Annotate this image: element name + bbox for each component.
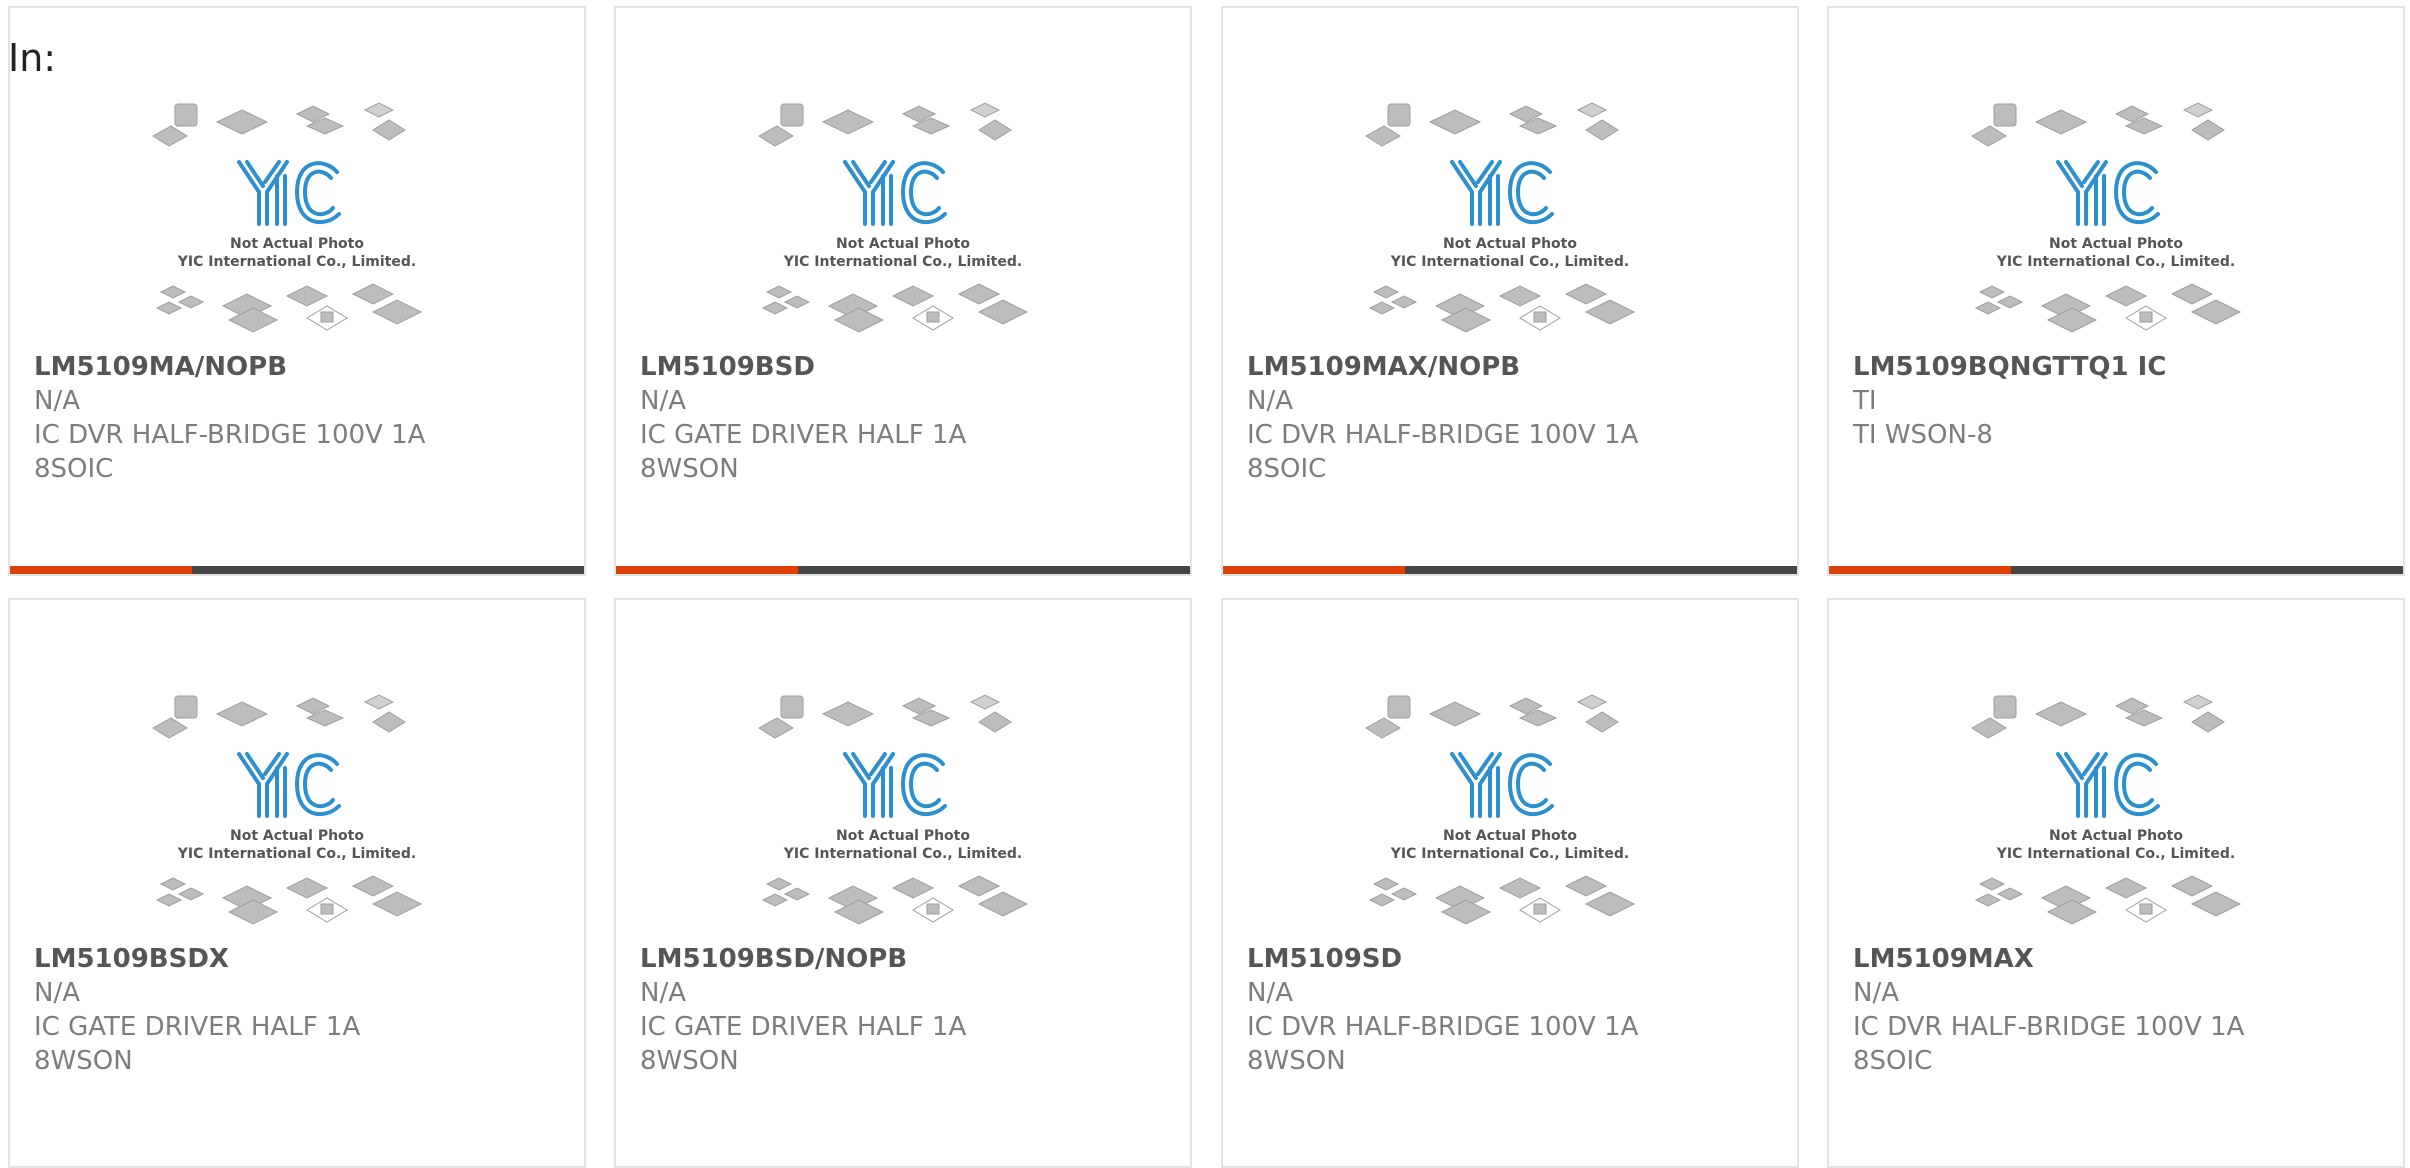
product-image: Not Actual Photo YIC International Co., …	[10, 96, 584, 336]
part-number[interactable]: LM5109SD	[1247, 942, 1777, 976]
placeholder-caption-2: YIC International Co., Limited.	[783, 846, 1022, 862]
placeholder-image-icon: Not Actual Photo YIC International Co., …	[758, 102, 1029, 333]
placeholder-caption-2: YIC International Co., Limited.	[783, 254, 1022, 270]
placeholder-caption-2: YIC International Co., Limited.	[177, 846, 416, 862]
part-number[interactable]: LM5109MAX	[1853, 942, 2383, 976]
part-number[interactable]: LM5109BQNGTTQ1 IC	[1853, 350, 2383, 384]
part-number[interactable]: LM5109BSD	[640, 350, 1170, 384]
product-info: LM5109SD N/A IC DVR HALF-BRIDGE 100V 1A …	[1247, 942, 1777, 1078]
manufacturer: N/A	[1247, 386, 1293, 416]
part-number[interactable]: LM5109BSD/NOPB	[640, 942, 1170, 976]
placeholder-caption-2: YIC International Co., Limited.	[1996, 846, 2235, 862]
product-card[interactable]: Not Actual Photo YIC International Co., …	[1827, 6, 2405, 576]
product-info: LM5109BSDX N/A IC GATE DRIVER HALF 1A 8W…	[34, 942, 564, 1078]
product-info: LM5109MA/NOPB N/A IC DVR HALF-BRIDGE 100…	[34, 350, 564, 486]
description: TI WSON-8	[1853, 420, 1993, 450]
placeholder-caption-2: YIC International Co., Limited.	[1390, 846, 1629, 862]
placeholder-caption-1: Not Actual Photo	[1443, 828, 1577, 844]
product-card[interactable]: Not Actual Photo YIC International Co., …	[614, 598, 1192, 1168]
product-image: Not Actual Photo YIC International Co., …	[1829, 688, 2403, 928]
part-number[interactable]: LM5109MAX/NOPB	[1247, 350, 1777, 384]
description: IC DVR HALF-BRIDGE 100V 1A	[34, 420, 426, 450]
product-card[interactable]: Not Actual Photo YIC International Co., …	[1221, 6, 1799, 576]
package: 8SOIC	[1247, 454, 1327, 484]
product-image: Not Actual Photo YIC International Co., …	[616, 688, 1190, 928]
placeholder-image-icon: Not Actual Photo YIC International Co., …	[152, 102, 423, 333]
product-info: LM5109MAX N/A IC DVR HALF-BRIDGE 100V 1A…	[1853, 942, 2383, 1078]
product-image: Not Actual Photo YIC International Co., …	[1223, 96, 1797, 336]
manufacturer: N/A	[640, 978, 686, 1008]
description: IC GATE DRIVER HALF 1A	[640, 1012, 967, 1042]
card-bottom-bar	[1223, 566, 1797, 574]
product-card[interactable]: Not Actual Photo YIC International Co., …	[8, 6, 586, 576]
part-number[interactable]: LM5109MA/NOPB	[34, 350, 564, 384]
product-card[interactable]: Not Actual Photo YIC International Co., …	[614, 6, 1192, 576]
description: IC GATE DRIVER HALF 1A	[640, 420, 967, 450]
description: IC DVR HALF-BRIDGE 100V 1A	[1247, 1012, 1639, 1042]
product-info: LM5109BSD N/A IC GATE DRIVER HALF 1A 8WS…	[640, 350, 1170, 486]
description: IC DVR HALF-BRIDGE 100V 1A	[1853, 1012, 2245, 1042]
package: 8SOIC	[1853, 1046, 1933, 1076]
placeholder-caption-2: YIC International Co., Limited.	[1996, 254, 2235, 270]
manufacturer: N/A	[640, 386, 686, 416]
card-bottom-bar	[10, 566, 584, 574]
product-image: Not Actual Photo YIC International Co., …	[1829, 96, 2403, 336]
package: 8WSON	[1247, 1046, 1346, 1076]
product-image: Not Actual Photo YIC International Co., …	[1223, 688, 1797, 928]
placeholder-image-icon: Not Actual Photo YIC International Co., …	[758, 694, 1029, 925]
placeholder-image-icon: Not Actual Photo YIC International Co., …	[152, 694, 423, 925]
manufacturer: TI	[1853, 386, 1877, 416]
product-image: Not Actual Photo YIC International Co., …	[616, 96, 1190, 336]
manufacturer: N/A	[1853, 978, 1899, 1008]
product-card[interactable]: Not Actual Photo YIC International Co., …	[8, 598, 586, 1168]
card-accent	[10, 566, 192, 574]
part-number[interactable]: LM5109BSDX	[34, 942, 564, 976]
placeholder-caption-1: Not Actual Photo	[836, 236, 970, 252]
description: IC GATE DRIVER HALF 1A	[34, 1012, 361, 1042]
package: 8WSON	[640, 1046, 739, 1076]
placeholder-caption-1: Not Actual Photo	[2049, 236, 2183, 252]
product-card[interactable]: Not Actual Photo YIC International Co., …	[1221, 598, 1799, 1168]
manufacturer: N/A	[1247, 978, 1293, 1008]
placeholder-image-icon: Not Actual Photo YIC International Co., …	[1365, 694, 1636, 925]
placeholder-caption-2: YIC International Co., Limited.	[177, 254, 416, 270]
manufacturer: N/A	[34, 386, 80, 416]
product-card[interactable]: Not Actual Photo YIC International Co., …	[1827, 598, 2405, 1168]
placeholder-image-icon: Not Actual Photo YIC International Co., …	[1971, 694, 2242, 925]
package: 8WSON	[640, 454, 739, 484]
placeholder-caption-1: Not Actual Photo	[230, 828, 364, 844]
placeholder-caption-2: YIC International Co., Limited.	[1390, 254, 1629, 270]
product-info: LM5109BSD/NOPB N/A IC GATE DRIVER HALF 1…	[640, 942, 1170, 1078]
card-accent	[616, 566, 798, 574]
placeholder-caption-1: Not Actual Photo	[230, 236, 364, 252]
card-bottom-bar	[616, 566, 1190, 574]
placeholder-image-icon: Not Actual Photo YIC International Co., …	[1971, 102, 2242, 333]
placeholder-caption-1: Not Actual Photo	[2049, 828, 2183, 844]
placeholder-caption-1: Not Actual Photo	[1443, 236, 1577, 252]
product-info: LM5109BQNGTTQ1 IC TI TI WSON-8	[1853, 350, 2383, 452]
package: 8WSON	[34, 1046, 133, 1076]
product-info: LM5109MAX/NOPB N/A IC DVR HALF-BRIDGE 10…	[1247, 350, 1777, 486]
product-image: Not Actual Photo YIC International Co., …	[10, 688, 584, 928]
manufacturer: N/A	[34, 978, 80, 1008]
card-accent	[1829, 566, 2011, 574]
prefix-label: In:	[8, 36, 57, 80]
placeholder-image-icon: Not Actual Photo YIC International Co., …	[1365, 102, 1636, 333]
card-bottom-bar	[1829, 566, 2403, 574]
description: IC DVR HALF-BRIDGE 100V 1A	[1247, 420, 1639, 450]
package: 8SOIC	[34, 454, 114, 484]
placeholder-caption-1: Not Actual Photo	[836, 828, 970, 844]
card-accent	[1223, 566, 1405, 574]
